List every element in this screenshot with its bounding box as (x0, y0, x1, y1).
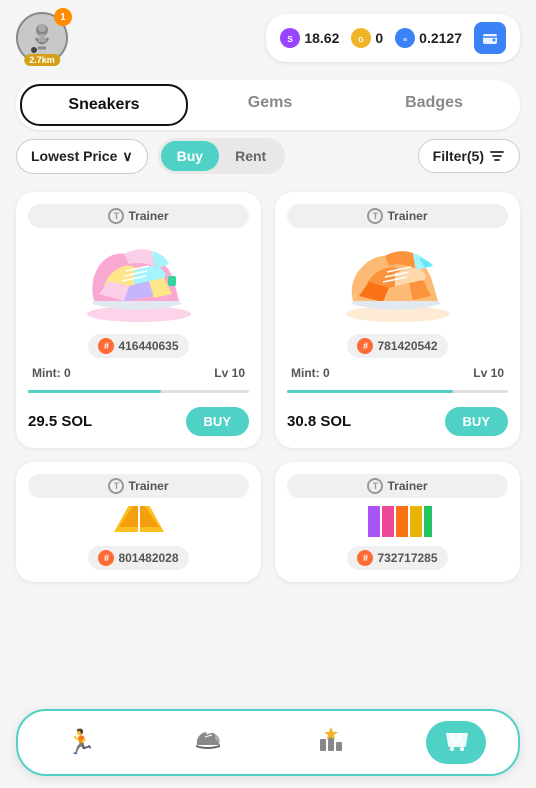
type-badge: T Trainer (28, 474, 249, 498)
sneaker-image (333, 506, 463, 538)
avatar-container[interactable]: 1 2.7km (16, 12, 68, 64)
card-id: # 801482028 (88, 546, 188, 570)
type-badge: T Trainer (28, 204, 249, 228)
type-badge: T Trainer (287, 474, 508, 498)
sort-button[interactable]: Lowest Price ∨ (16, 139, 148, 174)
svg-text:S: S (288, 35, 294, 44)
sneaker-image (74, 506, 204, 538)
type-badge: T Trainer (287, 204, 508, 228)
gmt-currency: ≡ 0.2127 (395, 28, 462, 48)
tab-gems[interactable]: Gems (188, 84, 352, 126)
currency-bar: S 18.62 G 0 ≡ 0.2127 (266, 14, 520, 62)
sneaker-card: T Trainer # 801482028 (16, 462, 261, 582)
card-meta: Mint: 0 Lv 10 (28, 366, 249, 380)
header: 1 2.7km S 18.62 G 0 ≡ 0.2127 (0, 0, 536, 72)
card-footer: 29.5 SOL BUY (28, 403, 249, 436)
type-icon: T (108, 478, 124, 494)
sol-currency: S 18.62 (280, 28, 339, 48)
filter-bar: Lowest Price ∨ Buy Rent Filter(5) (16, 138, 520, 174)
marketplace-icon (442, 725, 470, 760)
card-meta: Mint: 0 Lv 10 (287, 366, 508, 380)
leaderboard-icon (317, 725, 345, 760)
nav-item-run[interactable]: 🏃 (50, 724, 112, 761)
card-id: # 416440635 (88, 334, 188, 358)
type-icon: T (367, 208, 383, 224)
progress-fill (28, 390, 161, 393)
filter-button[interactable]: Filter(5) (418, 139, 520, 173)
distance-badge: 2.7km (24, 54, 60, 66)
sneaker-card: T Trainer # 732717285 (275, 462, 520, 582)
progress-fill (287, 390, 453, 393)
type-icon: T (108, 208, 124, 224)
gst-currency: G 0 (351, 28, 383, 48)
tab-sneakers[interactable]: Sneakers (20, 84, 188, 126)
notification-badge: 1 (54, 8, 72, 26)
card-price: 29.5 SOL (28, 413, 92, 430)
progress-bar (287, 390, 508, 393)
gst-icon: G (351, 28, 371, 48)
sneaker-card: T Trainer (16, 192, 261, 448)
svg-text:≡: ≡ (403, 37, 407, 44)
hash-icon: # (98, 338, 114, 354)
card-buy-button[interactable]: BUY (186, 407, 249, 436)
progress-bar (28, 390, 249, 393)
hash-icon: # (357, 550, 373, 566)
sneakers-icon (193, 725, 221, 760)
hash-icon: # (357, 338, 373, 354)
svg-text:G: G (359, 37, 365, 44)
tab-badges[interactable]: Badges (352, 84, 516, 126)
run-icon: 🏃 (66, 728, 96, 757)
sneaker-image (333, 236, 463, 326)
type-icon: T (367, 478, 383, 494)
buy-button[interactable]: Buy (161, 141, 219, 171)
rent-button[interactable]: Rent (219, 141, 282, 171)
sneaker-card: T Trainer (275, 192, 520, 448)
card-footer: 30.8 SOL BUY (287, 403, 508, 436)
bottom-nav: 🏃 (16, 709, 520, 776)
sneaker-image (74, 236, 204, 326)
sneaker-grid: T Trainer (0, 182, 536, 592)
card-id: # 732717285 (347, 546, 447, 570)
nav-item-leaderboard[interactable] (301, 721, 361, 764)
sol-icon: S (280, 28, 300, 48)
nav-item-marketplace[interactable] (426, 721, 486, 764)
gmt-icon: ≡ (395, 28, 415, 48)
buy-rent-toggle: Buy Rent (158, 138, 286, 174)
wallet-button[interactable] (474, 22, 506, 54)
category-tabs: Sneakers Gems Badges (16, 80, 520, 130)
nav-item-sneakers[interactable] (177, 721, 237, 764)
card-buy-button[interactable]: BUY (445, 407, 508, 436)
card-id: # 781420542 (347, 334, 447, 358)
hash-icon: # (98, 550, 114, 566)
card-price: 30.8 SOL (287, 413, 351, 430)
